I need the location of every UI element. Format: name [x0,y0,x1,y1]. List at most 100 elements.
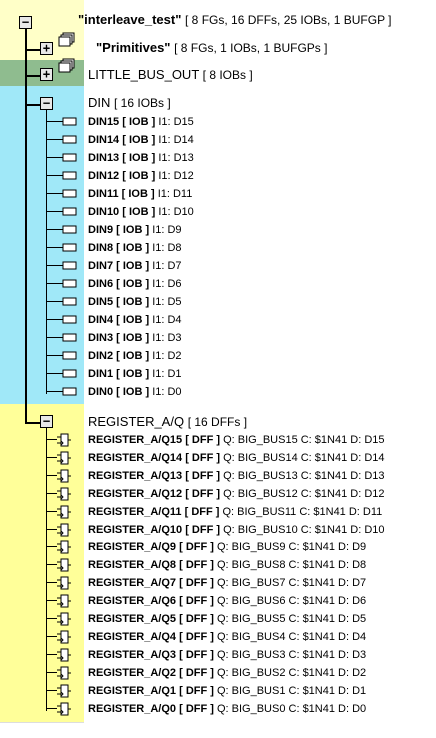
register-row-name: REGISTER_A/Q11 [88,506,182,518]
din-row[interactable]: DIN5 [ IOB ] I1: D5 [88,293,182,311]
register-row[interactable]: REGISTER_A/Q6 [ DFF ] Q: BIG_BUS6 C: $1N… [88,592,366,610]
din-row-name: DIN10 [88,206,120,218]
din-row[interactable]: DIN12 [ IOB ] I1: D12 [88,167,194,185]
din-row-name: DIN5 [88,296,114,308]
din-row-type: [ IOB ] [121,188,155,200]
register-row[interactable]: REGISTER_A/Q12 [ DFF ] Q: BIG_BUS12 C: $… [88,485,385,503]
register-row[interactable]: REGISTER_A/Q14 [ DFF ] Q: BIG_BUS14 C: $… [88,449,385,467]
din-row-name: DIN14 [88,134,120,146]
register-row-type: [ DFF ] [185,434,221,446]
flip-flop-icon [57,469,71,483]
folder-stack-icon [58,32,75,47]
register-row[interactable]: REGISTER_A/Q11 [ DFF ] Q: BIG_BUS11 C: $… [88,503,382,521]
register-row-name: REGISTER_A/Q5 [88,613,177,625]
din-row-connector [47,337,59,338]
register-row-connector [47,672,57,673]
register-row-info: Q: BIG_BUS8 C: $1N41 D: D8 [216,559,367,571]
din-row[interactable]: DIN0 [ IOB ] I1: D0 [88,383,182,401]
register-row-info: Q: BIG_BUS14 C: $1N41 D: D14 [223,452,385,464]
register-row-connector [47,600,57,601]
register-collapse-toggle[interactable]: − [40,415,53,428]
din-row[interactable]: DIN15 [ IOB ] I1: D15 [88,113,194,131]
register-row[interactable]: REGISTER_A/Q2 [ DFF ] Q: BIG_BUS2 C: $1N… [88,664,366,682]
din-row-type: [ IOB ] [116,314,150,326]
register-row-type: [ DFF ] [185,452,221,464]
din-row-name: DIN13 [88,152,120,164]
register-node[interactable]: REGISTER_A/Q [ 16 DFFs ] [88,413,247,431]
root-node[interactable]: "interleave_test" [ 8 FGs, 16 DFFs, 25 I… [78,11,392,29]
primitives-summary: [ 8 FGs, 1 IOBs, 1 BUFGPs ] [174,41,328,55]
din-row[interactable]: DIN3 [ IOB ] I1: D3 [88,329,182,347]
register-row[interactable]: REGISTER_A/Q9 [ DFF ] Q: BIG_BUS9 C: $1N… [88,538,366,556]
din-row[interactable]: DIN7 [ IOB ] I1: D7 [88,257,182,275]
din-row-info: I1: D13 [158,152,194,164]
register-row-connector [47,564,57,565]
register-row-connector [47,493,57,494]
register-row[interactable]: REGISTER_A/Q3 [ DFF ] Q: BIG_BUS3 C: $1N… [88,646,366,664]
iob-pad-icon [59,369,77,378]
din-row-connector [47,373,59,374]
iob-pad-icon [59,135,77,144]
din-connector [26,104,40,106]
din-collapse-toggle[interactable]: − [40,97,53,110]
register-row[interactable]: REGISTER_A/Q4 [ DFF ] Q: BIG_BUS4 C: $1N… [88,628,366,646]
register-row[interactable]: REGISTER_A/Q13 [ DFF ] Q: BIG_BUS13 C: $… [88,467,385,485]
little-bus-node[interactable]: LITTLE_BUS_OUT [ 8 IOBs ] [88,66,253,84]
din-row-info: I1: D9 [152,224,182,236]
primitives-node[interactable]: "Primitives" [ 8 FGs, 1 IOBs, 1 BUFGPs ] [96,39,327,57]
din-row-type: [ IOB ] [122,206,156,218]
register-row-connector [47,636,57,637]
register-row-name: REGISTER_A/Q15 [88,434,183,446]
little-bus-connector [26,75,40,77]
register-row-connector [47,457,57,458]
register-row[interactable]: REGISTER_A/Q0 [ DFF ] Q: BIG_BUS0 C: $1N… [88,700,366,718]
primitives-expand-toggle[interactable]: + [40,42,53,55]
din-row[interactable]: DIN8 [ IOB ] I1: D8 [88,239,182,257]
little-bus-expand-toggle[interactable]: + [40,68,53,81]
din-row-connector [47,301,59,302]
register-row[interactable]: REGISTER_A/Q1 [ DFF ] Q: BIG_BUS1 C: $1N… [88,682,366,700]
register-row-info: Q: BIG_BUS4 C: $1N41 D: D4 [216,631,367,643]
register-row-info: Q: BIG_BUS6 C: $1N41 D: D6 [216,595,367,607]
din-row-name: DIN2 [88,350,114,362]
flip-flop-icon [57,558,71,572]
din-row[interactable]: DIN13 [ IOB ] I1: D13 [88,149,194,167]
register-row-connector [47,475,57,476]
register-row[interactable]: REGISTER_A/Q10 [ DFF ] Q: BIG_BUS10 C: $… [88,521,385,539]
root-name: "interleave_test" [78,12,182,27]
din-row-name: DIN6 [88,278,114,290]
register-row-info: Q: BIG_BUS12 C: $1N41 D: D12 [223,488,385,500]
din-row[interactable]: DIN11 [ IOB ] I1: D11 [88,185,192,203]
register-row-info: Q: BIG_BUS15 C: $1N41 D: D15 [223,434,385,446]
register-row-type: [ DFF ] [179,667,214,679]
din-row[interactable]: DIN1 [ IOB ] I1: D1 [88,365,182,383]
register-row[interactable]: REGISTER_A/Q15 [ DFF ] Q: BIG_BUS15 C: $… [88,431,385,449]
din-row[interactable]: DIN4 [ IOB ] I1: D4 [88,311,182,329]
iob-pad-icon [59,351,77,360]
flip-flop-icon [57,576,71,590]
din-row[interactable]: DIN6 [ IOB ] I1: D6 [88,275,182,293]
din-row-info: I1: D3 [152,332,182,344]
din-row[interactable]: DIN2 [ IOB ] I1: D2 [88,347,182,365]
root-collapse-toggle[interactable]: − [19,16,32,29]
folder-stack-icon [58,58,75,73]
din-row[interactable]: DIN9 [ IOB ] I1: D9 [88,221,182,239]
din-row-name: DIN8 [88,242,114,254]
din-row-name: DIN12 [88,170,120,182]
flip-flop-icon [57,666,71,680]
primitives-connector [26,49,40,51]
din-row-type: [ IOB ] [116,296,150,308]
din-node[interactable]: DIN [ 16 IOBs ] [88,94,171,112]
din-row-connector [47,139,59,140]
din-row-type: [ IOB ] [116,368,150,380]
din-row-type: [ IOB ] [116,350,150,362]
register-row[interactable]: REGISTER_A/Q8 [ DFF ] Q: BIG_BUS8 C: $1N… [88,556,366,574]
register-name: REGISTER_A/Q [88,414,185,429]
register-row-type: [ DFF ] [179,541,214,553]
register-row[interactable]: REGISTER_A/Q7 [ DFF ] Q: BIG_BUS7 C: $1N… [88,574,366,592]
register-row-info: Q: BIG_BUS9 C: $1N41 D: D9 [216,541,367,553]
din-row-name: DIN0 [88,386,114,398]
din-row[interactable]: DIN14 [ IOB ] I1: D14 [88,131,194,149]
din-row[interactable]: DIN10 [ IOB ] I1: D10 [88,203,194,221]
register-row[interactable]: REGISTER_A/Q5 [ DFF ] Q: BIG_BUS5 C: $1N… [88,610,366,628]
